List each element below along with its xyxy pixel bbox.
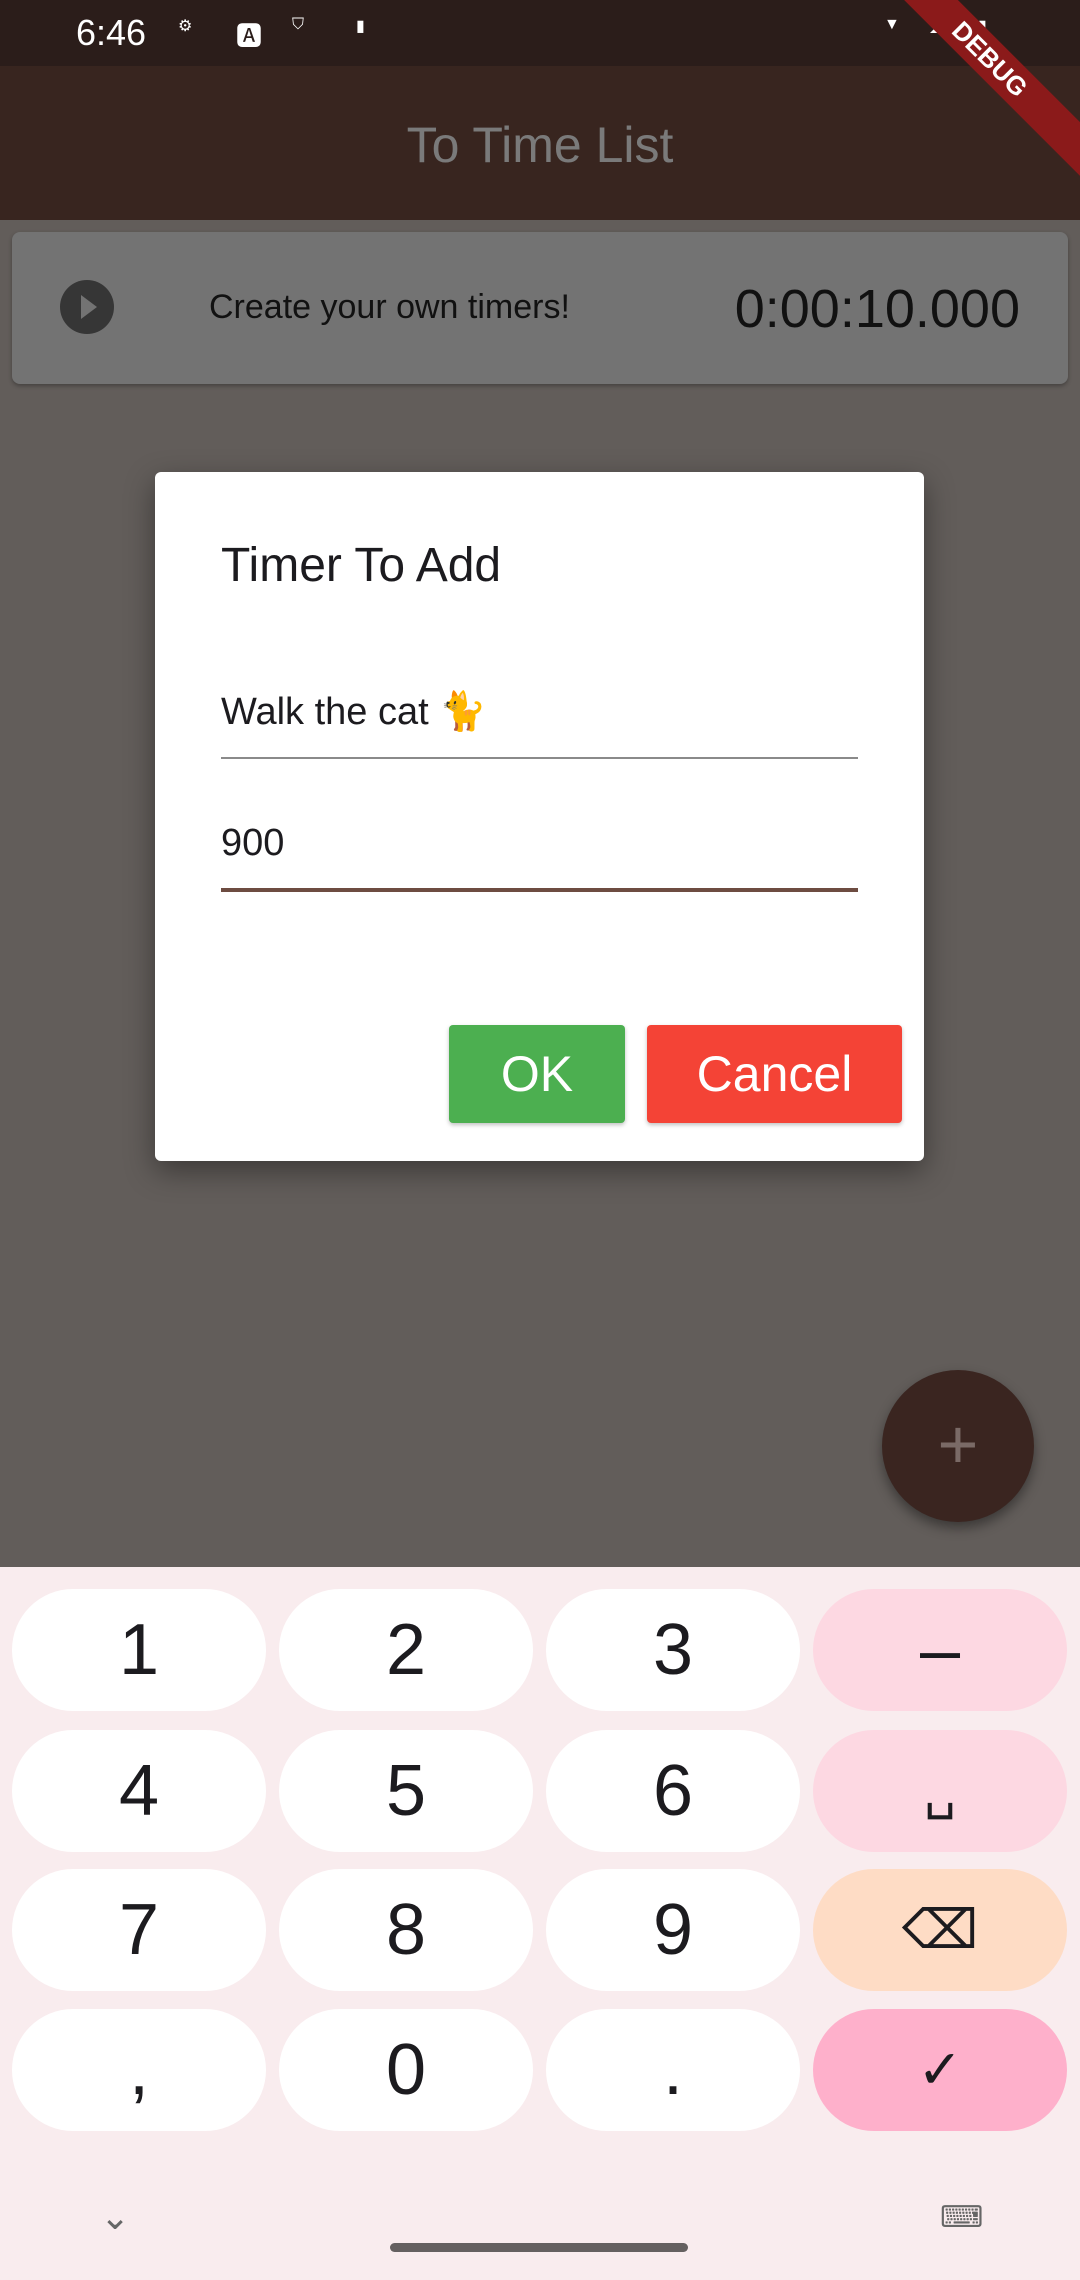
key-7[interactable]: 7 (12, 1869, 266, 1991)
ok-button[interactable]: OK (449, 1025, 625, 1123)
key-comma[interactable]: , (12, 2009, 266, 2131)
key-minus[interactable]: – (813, 1589, 1067, 1711)
backspace-key[interactable]: ⌫ (813, 1869, 1067, 1991)
done-key[interactable]: ✓ (813, 2009, 1067, 2131)
sd-card-icon: ▮ (356, 18, 365, 35)
gesture-handle[interactable] (390, 2243, 688, 2252)
timer-card[interactable]: Create your own timers! 0:00:10.000 (12, 232, 1068, 384)
key-0[interactable]: 0 (279, 2009, 533, 2131)
play-icon[interactable] (60, 280, 114, 334)
hide-keyboard-chevron-icon[interactable]: ⌄ (100, 2196, 130, 2238)
page-title: To Time List (406, 117, 674, 173)
key-2[interactable]: 2 (279, 1589, 533, 1711)
key-9[interactable]: 9 (546, 1869, 800, 1991)
timer-time: 0:00:10.000 (734, 279, 1020, 339)
shield-play-icon: ⛉ (292, 16, 305, 33)
key-3[interactable]: 3 (546, 1589, 800, 1711)
timer-name-input[interactable]: Walk the cat 🐈 (221, 690, 858, 759)
key-8[interactable]: 8 (279, 1869, 533, 1991)
clock: 6:46 (76, 12, 147, 53)
app-bar: To Time List (0, 66, 1080, 220)
key-1[interactable]: 1 (12, 1589, 266, 1711)
key-5[interactable]: 5 (279, 1730, 533, 1852)
key-4[interactable]: 4 (12, 1730, 266, 1852)
key-period[interactable]: . (546, 2009, 800, 2131)
add-timer-fab[interactable]: + (882, 1370, 1034, 1522)
settings-icon: ⚙ (178, 18, 193, 35)
timer-seconds-input[interactable]: 900 (221, 822, 858, 892)
timer-dialog: Timer To Add Walk the cat 🐈 900 OK Cance… (155, 472, 924, 1161)
key-space[interactable]: ␣ (813, 1730, 1067, 1852)
keyboard-switch-icon[interactable]: ⌨ (940, 2200, 983, 2235)
dialog-title: Timer To Add (221, 539, 502, 592)
a-icon: 🅰 (236, 21, 263, 51)
key-6[interactable]: 6 (546, 1730, 800, 1852)
cancel-button[interactable]: Cancel (647, 1025, 902, 1123)
timer-label: Create your own timers! (209, 288, 570, 326)
wifi-icon: ▼ (884, 16, 900, 33)
numeric-keyboard: 1 2 3 – 4 5 6 ␣ 7 8 9 ⌫ , 0 . ✓ (0, 1567, 1080, 2280)
